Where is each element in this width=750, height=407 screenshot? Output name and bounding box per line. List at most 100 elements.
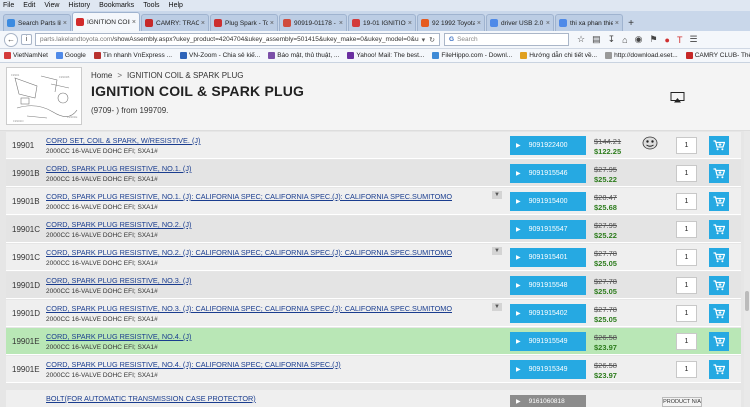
quantity-input[interactable]: 1 bbox=[676, 305, 697, 322]
quantity-input[interactable]: 1 bbox=[676, 277, 697, 294]
bookmark-item[interactable]: Báo mật, thủ thuật, ... bbox=[268, 52, 339, 59]
bookmark-item[interactable]: Yahoo! Mail: The best... bbox=[347, 52, 424, 59]
quantity-input[interactable]: 1 bbox=[676, 137, 697, 154]
part-number-button[interactable]: ▶ 9091915549 bbox=[510, 332, 586, 351]
menu-item-history[interactable]: History bbox=[68, 2, 90, 9]
part-name-link[interactable]: CORD, SPARK PLUG RESISTIVE, NO.1. (J): C… bbox=[46, 192, 452, 201]
add-to-cart-button[interactable] bbox=[709, 164, 729, 183]
pocket-icon[interactable]: ◉ bbox=[635, 34, 643, 45]
reload-icon[interactable]: ↻ bbox=[429, 36, 435, 44]
browser-tab[interactable]: IGNITION COIL ...× bbox=[72, 12, 140, 31]
part-number-button[interactable]: ▶ 9161060818 bbox=[510, 395, 586, 407]
part-name-link[interactable]: CORD, SPARK PLUG RESISTIVE, NO.3. (J) bbox=[46, 276, 191, 285]
bookmark-item[interactable]: CAMRY CLUB- Thế hệ... bbox=[685, 52, 750, 59]
part-number-button[interactable]: ▶ 9091915548 bbox=[510, 276, 586, 295]
quantity-input[interactable]: 1 bbox=[676, 249, 697, 266]
part-name-link[interactable]: CORD, SPARK PLUG RESISTIVE, NO.1. (J) bbox=[46, 164, 191, 173]
add-to-cart-button[interactable] bbox=[709, 332, 729, 351]
quantity-input[interactable]: 1 bbox=[676, 165, 697, 182]
part-number-button[interactable]: ▶ 9091915400 bbox=[510, 192, 586, 211]
close-icon[interactable]: × bbox=[61, 20, 67, 27]
browser-tab[interactable]: 19-01 IGNITIO...× bbox=[348, 14, 416, 31]
close-icon[interactable]: × bbox=[268, 20, 274, 27]
add-to-cart-button[interactable] bbox=[709, 192, 729, 211]
part-number-button[interactable]: ▶ 9091915402 bbox=[510, 304, 586, 323]
translate-icon[interactable]: T bbox=[677, 35, 683, 45]
close-icon[interactable]: × bbox=[130, 19, 136, 26]
menu-item-help[interactable]: Help bbox=[169, 2, 183, 9]
bookmark-item[interactable]: http://download.eset... bbox=[605, 52, 678, 59]
menu-item-tools[interactable]: Tools bbox=[143, 2, 159, 9]
part-name-link[interactable]: CORD, SPARK PLUG RESISTIVE, NO.4. (J): C… bbox=[46, 360, 341, 369]
search-box[interactable]: G Search bbox=[444, 33, 569, 46]
menu-icon[interactable]: ☰ bbox=[689, 34, 697, 45]
back-button[interactable]: ← bbox=[4, 32, 18, 47]
menu-item-bookmarks[interactable]: Bookmarks bbox=[99, 2, 134, 9]
vertical-scrollbar[interactable] bbox=[744, 131, 750, 407]
quantity-input[interactable]: 1 bbox=[676, 333, 697, 350]
menu-item-edit[interactable]: Edit bbox=[23, 2, 35, 9]
expand-caret-icon[interactable]: ▼ bbox=[492, 191, 502, 199]
browser-tab[interactable]: Plug Spark - To...× bbox=[210, 14, 278, 31]
play-icon: ▶ bbox=[516, 255, 521, 261]
quantity-input[interactable]: 1 bbox=[676, 361, 697, 378]
bookmark-item[interactable]: FileHippo.com - Downl... bbox=[432, 52, 512, 59]
page-subtitle: (9709- ) from 199709. bbox=[91, 106, 169, 115]
add-to-cart-button[interactable] bbox=[709, 276, 729, 295]
add-to-cart-button[interactable] bbox=[709, 220, 729, 239]
expand-caret-icon[interactable]: ▼ bbox=[492, 247, 502, 255]
browser-tab[interactable]: Search Parts lik...× bbox=[3, 14, 71, 31]
part-number-button[interactable]: ▶ 9091915546 bbox=[510, 164, 586, 183]
flag-icon[interactable]: ⚑ bbox=[649, 34, 657, 45]
part-name-link[interactable]: CORD SET, COIL & SPARK, W/RESISTIVE. (J) bbox=[46, 136, 200, 145]
part-number-button[interactable]: ▶ 9091915401 bbox=[510, 248, 586, 267]
breadcrumb-home[interactable]: Home bbox=[91, 71, 112, 80]
browser-tab[interactable]: thi xa phan thie...× bbox=[555, 14, 623, 31]
info-button[interactable]: i bbox=[21, 34, 32, 45]
bookmark-item[interactable]: VN-Zoom - Chia sẻ kiế... bbox=[180, 52, 260, 59]
assembly-diagram[interactable]: 19901 19901B 19901E 19901D bbox=[6, 67, 82, 125]
close-icon[interactable]: × bbox=[475, 20, 481, 27]
close-icon[interactable]: × bbox=[544, 20, 550, 27]
address-bar[interactable]: parts.lakelandtoyota.com /showAssembly.a… bbox=[35, 33, 440, 46]
add-to-cart-button[interactable] bbox=[709, 304, 729, 323]
part-number-button[interactable]: ▶ 9091915547 bbox=[510, 220, 586, 239]
part-name-link[interactable]: BOLT(FOR AUTOMATIC TRANSMISSION CASE PRO… bbox=[46, 394, 256, 403]
gallery-icon[interactable] bbox=[670, 92, 685, 103]
part-name-link[interactable]: CORD, SPARK PLUG RESISTIVE, NO.4. (J) bbox=[46, 332, 191, 341]
close-icon[interactable]: × bbox=[199, 20, 205, 27]
reader-icon[interactable]: ▤ bbox=[592, 34, 601, 45]
part-name-link[interactable]: CORD, SPARK PLUG RESISTIVE, NO.2. (J): C… bbox=[46, 248, 452, 257]
close-icon[interactable]: × bbox=[406, 20, 412, 27]
home-icon[interactable]: ⌂ bbox=[622, 35, 627, 45]
bookmark-item[interactable]: Hướng dẫn chi tiết về... bbox=[520, 52, 597, 59]
product-na-button[interactable]: PRODUCT N/A bbox=[662, 397, 702, 407]
download-icon[interactable]: ↧ bbox=[608, 34, 616, 45]
close-icon[interactable]: × bbox=[337, 20, 343, 27]
menu-item-view[interactable]: View bbox=[44, 2, 59, 9]
add-to-cart-button[interactable] bbox=[709, 360, 729, 379]
browser-tab[interactable]: CAMRY: TRAO ...× bbox=[141, 14, 209, 31]
addon-icon[interactable]: ● bbox=[665, 35, 670, 45]
close-icon[interactable]: × bbox=[613, 20, 619, 27]
scrollbar-thumb[interactable] bbox=[745, 291, 749, 311]
bookmark-item[interactable]: Tin nhanh VnExpress ... bbox=[93, 52, 172, 59]
part-name-link[interactable]: CORD, SPARK PLUG RESISTIVE, NO.3. (J): C… bbox=[46, 304, 452, 313]
browser-tab[interactable]: 92 1992 Toyota...× bbox=[417, 14, 485, 31]
menu-item-file[interactable]: File bbox=[3, 2, 14, 9]
expand-caret-icon[interactable]: ▼ bbox=[492, 303, 502, 311]
part-name-link[interactable]: CORD, SPARK PLUG RESISTIVE, NO.2. (J) bbox=[46, 220, 191, 229]
bookmark-item[interactable]: VietNamNet bbox=[4, 52, 48, 59]
star-icon[interactable]: ☆ bbox=[577, 34, 585, 45]
browser-tab[interactable]: driver USB 2.0 ...× bbox=[486, 14, 554, 31]
new-tab-button[interactable]: + bbox=[624, 16, 638, 31]
bookmark-item[interactable]: Google bbox=[55, 52, 86, 59]
dropdown-icon[interactable]: ▾ bbox=[422, 36, 426, 44]
part-number-button[interactable]: ▶ 9091915349 bbox=[510, 360, 586, 379]
quantity-input[interactable]: 1 bbox=[676, 221, 697, 238]
browser-tab[interactable]: 90919-01178 - ...× bbox=[279, 14, 347, 31]
quantity-input[interactable]: 1 bbox=[676, 193, 697, 210]
add-to-cart-button[interactable] bbox=[709, 248, 729, 267]
add-to-cart-button[interactable] bbox=[709, 136, 729, 155]
part-number-button[interactable]: ▶ 9091922400 bbox=[510, 136, 586, 155]
